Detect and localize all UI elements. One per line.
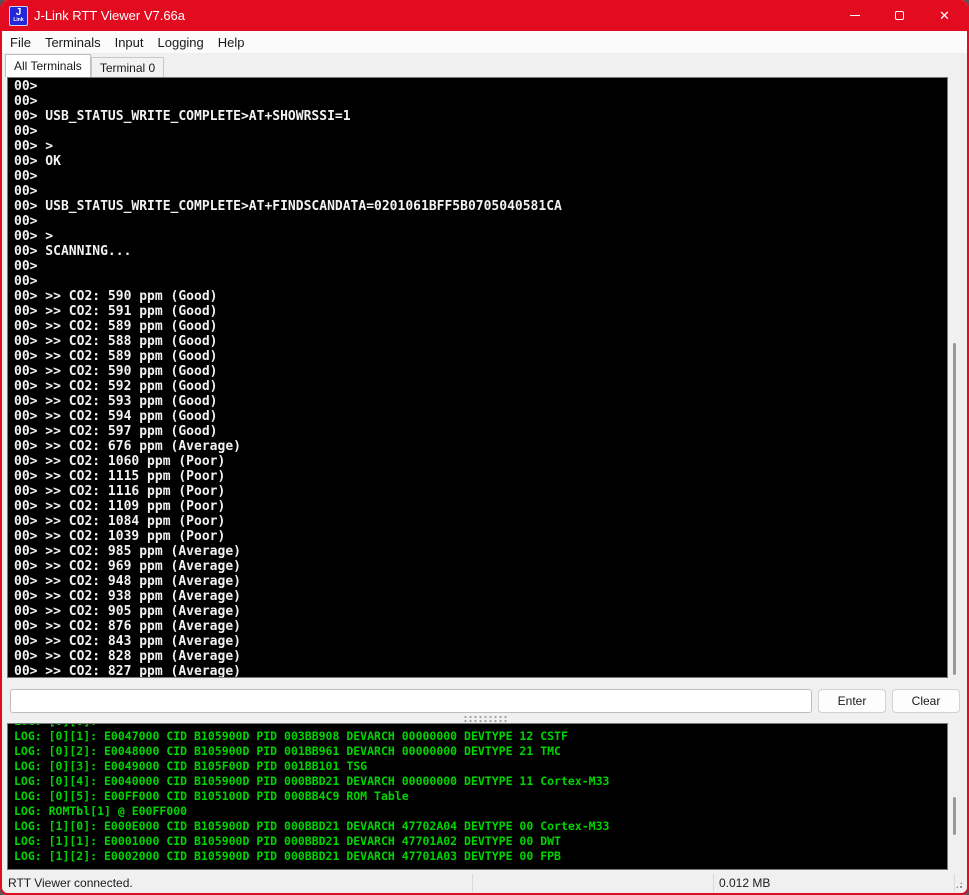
terminal-line: 00> >> CO2: 592 ppm (Good) <box>14 379 947 394</box>
terminal-tab[interactable]: All Terminals <box>5 54 91 77</box>
minimize-button[interactable] <box>832 0 877 31</box>
terminal-line: 00> >> CO2: 588 ppm (Good) <box>14 334 947 349</box>
log-line: LOG: [0][4]: E0040000 CID B105900D PID 0… <box>14 774 947 789</box>
terminal-scrollbar[interactable] <box>948 77 962 678</box>
terminal-line: 00> >> CO2: 589 ppm (Good) <box>14 349 947 364</box>
terminal-line: 00> >> CO2: 876 ppm (Average) <box>14 619 947 634</box>
menu-item[interactable]: Logging <box>151 33 211 52</box>
terminal-line: 00> >> CO2: 948 ppm (Average) <box>14 574 947 589</box>
close-icon: ✕ <box>939 9 950 22</box>
maximize-button[interactable] <box>877 0 922 31</box>
terminal-line: 00> <box>14 169 947 184</box>
log-line: LOG: ROMTbl[1] @ E00FF000 <box>14 804 947 819</box>
terminal-line: 00> <box>14 124 947 139</box>
status-divider <box>472 874 473 892</box>
terminal-line: 00> >> CO2: 590 ppm (Good) <box>14 289 947 304</box>
clear-button[interactable]: Clear <box>892 689 960 713</box>
app-window: J Link J-Link RTT Viewer V7.66a ✕ FileTe… <box>0 0 969 895</box>
status-bar: RTT Viewer connected. 0.012 MB <box>2 873 967 893</box>
terminal-line: 00> <box>14 184 947 199</box>
terminal-line: 00> >> CO2: 597 ppm (Good) <box>14 424 947 439</box>
log-line: LOG: [1][0]: E000E000 CID B105900D PID 0… <box>14 819 947 834</box>
status-divider <box>713 874 714 892</box>
log-scrollbar-thumb[interactable] <box>953 797 956 835</box>
terminal-line: 00> <box>14 259 947 274</box>
connection-status: RTT Viewer connected. <box>8 876 133 890</box>
terminal-line: 00> <box>14 94 947 109</box>
log-line: LOG: [0][1]: E0047000 CID B105900D PID 0… <box>14 729 947 744</box>
terminal-line: 00> USB_STATUS_WRITE_COMPLETE>AT+FINDSCA… <box>14 199 947 214</box>
terminal-line: 00> >> CO2: 676 ppm (Average) <box>14 439 947 454</box>
terminal-line: 00> >> CO2: 590 ppm (Good) <box>14 364 947 379</box>
terminal-line: 00> >> CO2: 938 ppm (Average) <box>14 589 947 604</box>
terminal-line: 00> >> CO2: 827 ppm (Average) <box>14 664 947 678</box>
terminal-line: 00> >> CO2: 1084 ppm (Poor) <box>14 514 947 529</box>
input-row: Enter Clear <box>10 689 960 713</box>
terminal-line: 00> >> CO2: 594 ppm (Good) <box>14 409 947 424</box>
resize-grip[interactable] <box>954 880 964 890</box>
terminal-line: 00> >> CO2: 828 ppm (Average) <box>14 649 947 664</box>
log-area: LOG: [0][0]:LOG: [0][1]: E0047000 CID B1… <box>7 723 962 870</box>
enter-button[interactable]: Enter <box>818 689 886 713</box>
tab-label: Terminal 0 <box>100 61 155 75</box>
splitter-handle-icon <box>463 715 507 722</box>
log-line: LOG: [0][3]: E0049000 CID B105F00D PID 0… <box>14 759 947 774</box>
window-controls: ✕ <box>832 0 967 31</box>
terminal-line: 00> >> CO2: 591 ppm (Good) <box>14 304 947 319</box>
menu-item[interactable]: Terminals <box>38 33 108 52</box>
window-title: J-Link RTT Viewer V7.66a <box>34 8 832 23</box>
terminal-line: 00> >> CO2: 593 ppm (Good) <box>14 394 947 409</box>
terminal-line: 00> > <box>14 229 947 244</box>
terminal-line: 00> >> CO2: 1115 ppm (Poor) <box>14 469 947 484</box>
terminal-line: 00> <box>14 79 947 94</box>
terminal-line: 00> >> CO2: 1109 ppm (Poor) <box>14 499 947 514</box>
terminal-line: 00> <box>14 214 947 229</box>
terminal-line: 00> SCANNING... <box>14 244 947 259</box>
close-button[interactable]: ✕ <box>922 0 967 31</box>
log-content: LOG: [0][0]:LOG: [0][1]: E0047000 CID B1… <box>8 723 947 864</box>
minimize-icon <box>850 15 860 16</box>
terminal-line: 00> OK <box>14 154 947 169</box>
terminal-scrollbar-thumb[interactable] <box>953 343 956 675</box>
terminal-line: 00> <box>14 274 947 289</box>
menubar: FileTerminalsInputLoggingHelp <box>2 31 967 53</box>
splitter[interactable] <box>2 713 967 723</box>
log-line: LOG: [0][5]: E00FF000 CID B105100D PID 0… <box>14 789 947 804</box>
log-output[interactable]: LOG: [0][0]:LOG: [0][1]: E0047000 CID B1… <box>7 723 948 870</box>
terminal-line: 00> >> CO2: 969 ppm (Average) <box>14 559 947 574</box>
tab-label: All Terminals <box>14 59 82 73</box>
terminal-output[interactable]: 00>00>00> USB_STATUS_WRITE_COMPLETE>AT+S… <box>7 77 948 678</box>
log-line: LOG: [0][2]: E0048000 CID B105900D PID 0… <box>14 744 947 759</box>
terminal-line: 00> >> CO2: 1039 ppm (Poor) <box>14 529 947 544</box>
menu-item[interactable]: Input <box>108 33 151 52</box>
terminal-area: 00>00>00> USB_STATUS_WRITE_COMPLETE>AT+S… <box>7 77 962 678</box>
log-line: LOG: [1][1]: E0001000 CID B105900D PID 0… <box>14 834 947 849</box>
terminal-tab[interactable]: Terminal 0 <box>91 57 164 77</box>
log-line: LOG: [1][2]: E0002000 CID B105900D PID 0… <box>14 849 947 864</box>
log-size: 0.012 MB <box>719 876 770 890</box>
terminal-line: 00> > <box>14 139 947 154</box>
menu-item[interactable]: Help <box>211 33 252 52</box>
terminal-line: 00> >> CO2: 985 ppm (Average) <box>14 544 947 559</box>
terminal-line: 00> >> CO2: 1116 ppm (Poor) <box>14 484 947 499</box>
titlebar: J Link J-Link RTT Viewer V7.66a ✕ <box>2 0 967 31</box>
terminal-line: 00> USB_STATUS_WRITE_COMPLETE>AT+SHOWRSS… <box>14 109 947 124</box>
maximize-icon <box>895 11 904 20</box>
tab-strip: All Terminals Terminal 0 <box>2 53 967 77</box>
terminal-line: 00> >> CO2: 843 ppm (Average) <box>14 634 947 649</box>
jlink-logo-icon: J Link <box>9 6 28 26</box>
menu-item[interactable]: File <box>3 33 38 52</box>
jlink-logo-link: Link <box>13 18 23 23</box>
log-scrollbar[interactable] <box>948 723 962 870</box>
terminal-line: 00> >> CO2: 905 ppm (Average) <box>14 604 947 619</box>
terminal-line: 00> >> CO2: 1060 ppm (Poor) <box>14 454 947 469</box>
command-input[interactable] <box>10 689 812 713</box>
terminal-line: 00> >> CO2: 589 ppm (Good) <box>14 319 947 334</box>
